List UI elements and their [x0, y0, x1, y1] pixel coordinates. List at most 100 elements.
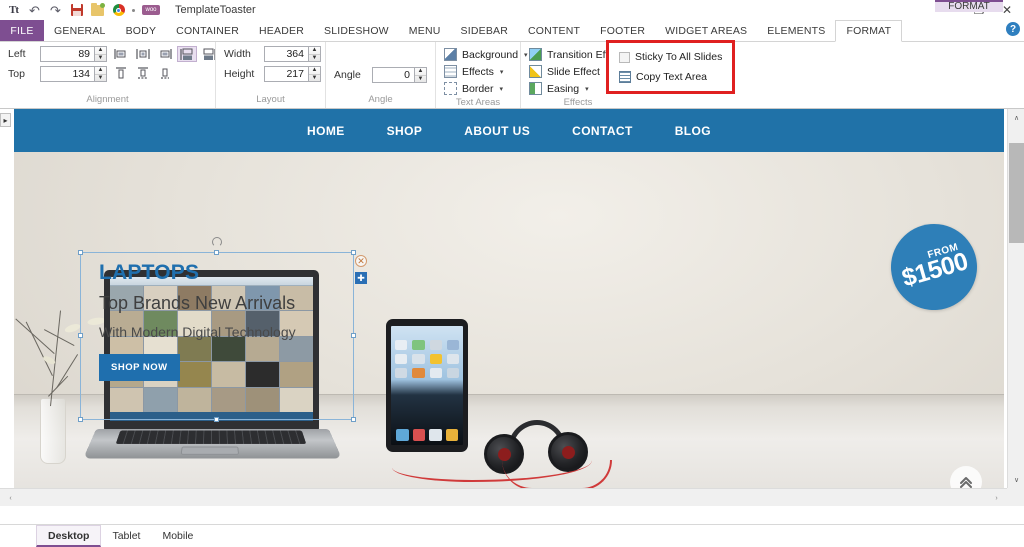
copy-text-area-button[interactable]: Copy Text Area	[615, 67, 728, 87]
top-spinner[interactable]: ▲ ▼	[40, 66, 107, 82]
height-spin-down-icon[interactable]: ▼	[309, 75, 320, 82]
rotate-handle[interactable]	[212, 237, 222, 247]
align-center-horizontal-button[interactable]	[133, 46, 153, 62]
chrome-preview-icon[interactable]	[111, 3, 126, 18]
resize-handle-se[interactable]	[351, 417, 356, 422]
application-window: Tt ↶ ↶ woo TemplateToaster — ❐ ✕ FORMAT …	[0, 0, 1024, 547]
resize-handle-ne[interactable]	[351, 250, 356, 255]
tab-general[interactable]: GENERAL	[44, 20, 116, 41]
top-spin-up-icon[interactable]: ▲	[95, 67, 106, 75]
height-spin-buttons[interactable]: ▲ ▼	[308, 66, 321, 82]
border-menu[interactable]: Border ▾	[440, 80, 507, 97]
align-bottom-button[interactable]	[155, 65, 175, 81]
vertical-scroll-thumb[interactable]	[1009, 143, 1024, 243]
width-label: Width	[224, 48, 251, 60]
help-icon[interactable]: ?	[1006, 22, 1020, 36]
shop-now-button[interactable]: SHOP NOW	[99, 354, 180, 381]
easing-icon	[529, 82, 542, 95]
resize-handle-e[interactable]	[351, 333, 356, 338]
angle-spinner[interactable]: ▲ ▼	[372, 67, 427, 83]
tab-format[interactable]: FORMAT	[835, 20, 903, 42]
slide-effect-menu[interactable]: Slide Effect ▾	[525, 63, 613, 80]
align-top-button[interactable]	[111, 65, 131, 81]
background-menu-label: Background	[462, 48, 519, 61]
angle-spin-up-icon[interactable]: ▲	[415, 68, 426, 76]
height-spinner[interactable]: ▲ ▼	[264, 66, 321, 82]
device-tab-mobile[interactable]: Mobile	[151, 525, 204, 547]
tab-elements[interactable]: ELEMENTS	[757, 20, 835, 41]
width-spinner[interactable]: ▲ ▼	[264, 46, 321, 62]
left-spin-up-icon[interactable]: ▲	[95, 47, 106, 55]
angle-spin-down-icon[interactable]: ▼	[415, 76, 426, 83]
undo-icon[interactable]: ↶	[27, 3, 42, 18]
width-input[interactable]	[264, 46, 308, 62]
nav-link-blog[interactable]: BLOG	[654, 124, 732, 138]
align-middle-button[interactable]	[133, 65, 153, 81]
device-tab-tablet[interactable]: Tablet	[101, 525, 151, 547]
background-menu[interactable]: Background ▾	[440, 46, 532, 63]
alignment-buttons	[111, 46, 219, 81]
tab-content[interactable]: CONTENT	[518, 20, 590, 41]
photo-tablet	[386, 319, 468, 452]
slide-effect-label: Slide Effect	[547, 65, 600, 78]
nav-link-shop[interactable]: SHOP	[366, 124, 444, 138]
left-spinner[interactable]: ▲ ▼	[40, 46, 107, 62]
save-icon[interactable]	[69, 3, 84, 18]
tab-menu[interactable]: MENU	[399, 20, 451, 41]
resize-handle-sw[interactable]	[78, 417, 83, 422]
scroll-up-arrow-icon[interactable]: ∧	[1008, 109, 1024, 126]
height-spin-up-icon[interactable]: ▲	[309, 67, 320, 75]
layout-body: Width ▲ ▼ Height ▲	[216, 46, 325, 94]
width-spin-down-icon[interactable]: ▼	[309, 55, 320, 62]
redo-icon[interactable]: ↶	[48, 3, 63, 18]
top-spin-down-icon[interactable]: ▼	[95, 75, 106, 82]
resize-handle-w[interactable]	[78, 333, 83, 338]
laptop-trackpad	[180, 446, 240, 455]
panel-expander-button[interactable]: ▸	[0, 113, 11, 127]
width-spin-buttons[interactable]: ▲ ▼	[308, 46, 321, 62]
tab-footer[interactable]: FOOTER	[590, 20, 655, 41]
scroll-down-arrow-icon[interactable]: ∨	[1008, 471, 1024, 488]
tab-container[interactable]: CONTAINER	[166, 20, 249, 41]
device-tab-desktop[interactable]: Desktop	[36, 525, 102, 547]
height-input[interactable]	[264, 66, 308, 82]
tab-sidebar[interactable]: SIDEBAR	[451, 20, 519, 41]
left-spin-down-icon[interactable]: ▼	[95, 55, 106, 62]
tab-body[interactable]: BODY	[116, 20, 167, 41]
resize-handle-nw[interactable]	[78, 250, 83, 255]
angle-input[interactable]	[372, 67, 414, 83]
align-right-button[interactable]	[155, 46, 175, 62]
tab-slideshow[interactable]: SLIDESHOW	[314, 20, 399, 41]
add-element-badge[interactable]: ✚	[355, 272, 367, 284]
left-spin-buttons[interactable]: ▲ ▼	[94, 46, 107, 62]
tab-header[interactable]: HEADER	[249, 20, 314, 41]
woocommerce-icon[interactable]: woo	[141, 3, 161, 18]
vertical-scrollbar[interactable]: ∧ ∨	[1007, 109, 1024, 488]
horizontal-scrollbar[interactable]: ‹ ›	[0, 488, 1007, 506]
sticky-to-all-slides-checkbox[interactable]: Sticky To All Slides	[615, 47, 728, 67]
text-tool-icon[interactable]: Tt	[6, 3, 21, 18]
distribute-left-button[interactable]	[177, 46, 197, 62]
scroll-left-arrow-icon[interactable]: ‹	[2, 490, 19, 506]
angle-spin-buttons[interactable]: ▲ ▼	[414, 67, 427, 83]
title-bar: Tt ↶ ↶ woo TemplateToaster — ❐ ✕	[0, 0, 1024, 20]
resize-handle-n[interactable]	[214, 250, 219, 255]
tab-file[interactable]: FILE	[0, 20, 44, 41]
selected-text-area[interactable]: ✕ ✚ LAPTOPS Top Brands New Arrivals With…	[78, 237, 367, 422]
nav-link-home[interactable]: HOME	[286, 124, 366, 138]
align-left-button[interactable]	[111, 46, 131, 62]
top-spin-buttons[interactable]: ▲ ▼	[94, 66, 107, 82]
nav-link-about-us[interactable]: ABOUT US	[443, 124, 551, 138]
align-middle-icon	[138, 67, 148, 79]
width-spin-up-icon[interactable]: ▲	[309, 47, 320, 55]
effects-menu[interactable]: Effects ▾	[440, 63, 507, 80]
left-input[interactable]	[40, 46, 94, 62]
open-folder-icon[interactable]	[90, 2, 105, 18]
delete-element-badge[interactable]: ✕	[355, 255, 367, 267]
tab-widget-areas[interactable]: WIDGET AREAS	[655, 20, 757, 41]
resize-handle-s[interactable]	[214, 417, 219, 422]
nav-link-contact[interactable]: CONTACT	[551, 124, 654, 138]
easing-menu[interactable]: Easing ▾	[525, 80, 593, 97]
scroll-right-arrow-icon[interactable]: ›	[988, 490, 1005, 506]
top-input[interactable]	[40, 66, 94, 82]
